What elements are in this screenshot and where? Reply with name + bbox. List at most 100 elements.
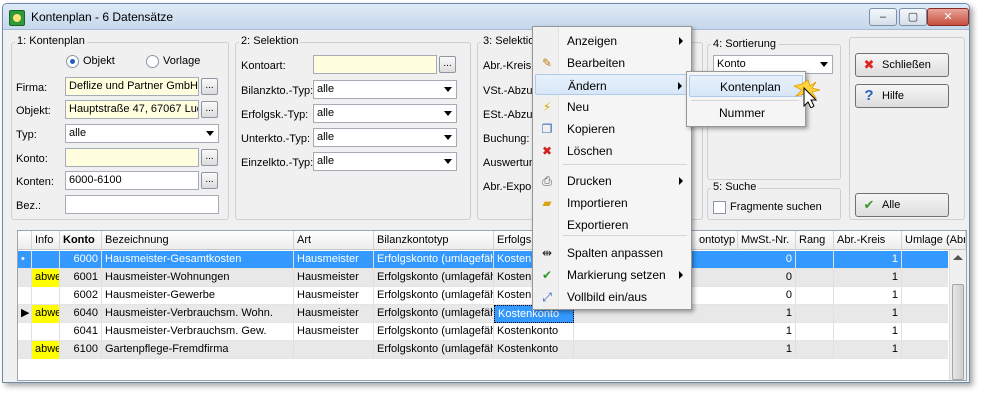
cell-konto[interactable]: 6001 — [60, 269, 102, 287]
cell-rang[interactable] — [796, 251, 834, 269]
cell-marker[interactable]: • — [18, 251, 32, 269]
header-rang[interactable]: Rang — [796, 231, 834, 250]
cell-info[interactable] — [32, 287, 60, 305]
cell-abr[interactable]: 1 — [834, 323, 902, 341]
submenu-item-kontenplan[interactable]: Kontenplan — [689, 75, 803, 97]
menu-item-loeschen[interactable]: ✖ Löschen — [535, 140, 689, 161]
firma-browse-button[interactable]: ... — [201, 78, 218, 95]
table-row[interactable]: abwe 6100 Gartenpflege-Fremdfirma Erfolgsko… — [18, 341, 966, 359]
table-row[interactable]: abwe 6001 Hausmeister-Wohnungen Hausmeister… — [18, 269, 966, 287]
cell-bez[interactable]: Gartenpflege-Fremdfirma — [102, 341, 294, 359]
cell-abr[interactable]: 1 — [834, 287, 902, 305]
cell-konto[interactable]: 6100 — [60, 341, 102, 359]
schliessen-button[interactable]: ✖ Schließen — [855, 53, 949, 77]
konto-field[interactable] — [65, 148, 199, 167]
header-bilanzkontotyp[interactable]: Bilanzkontotyp — [374, 231, 494, 250]
cell-mwst[interactable]: 1 — [738, 323, 796, 341]
minimize-button[interactable]: – — [869, 8, 897, 26]
menu-item-spalten-anpassen[interactable]: ⇹ Spalten anpassen — [535, 242, 689, 263]
submenu-item-nummer[interactable]: Nummer — [689, 102, 803, 124]
header-abr-kreis[interactable]: Abr.-Kreis — [834, 231, 902, 250]
cell-bez[interactable]: Hausmeister-Wohnungen — [102, 269, 294, 287]
header-ontotyp[interactable]: ontotyp — [696, 231, 738, 250]
radio-vorlage[interactable] — [146, 55, 159, 68]
menu-item-neu[interactable]: ⚡ Neu — [535, 96, 689, 117]
radio-objekt[interactable] — [66, 55, 79, 68]
cell-info[interactable]: abwe — [32, 269, 60, 287]
cell-art[interactable]: Hausmeister — [294, 323, 374, 341]
cell-info[interactable] — [32, 323, 60, 341]
cell-mwst[interactable]: 0 — [738, 287, 796, 305]
table-row[interactable]: 6002 Hausmeister-Gewerbe Hausmeister Erfolg… — [18, 287, 966, 305]
cell-konto[interactable]: 6002 — [60, 287, 102, 305]
header-konto[interactable]: Konto — [60, 231, 102, 250]
cell-bez[interactable]: Hausmeister-Gesamtkosten — [102, 251, 294, 269]
cell-erfolg[interactable]: Kostenkonto — [494, 323, 574, 341]
cell-rang[interactable] — [796, 305, 834, 323]
cell-rang[interactable] — [796, 269, 834, 287]
cell-abr[interactable]: 1 — [834, 305, 902, 323]
header-umlage[interactable]: Umlage (Abr — [902, 231, 966, 250]
header-art[interactable]: Art — [294, 231, 374, 250]
bez-field[interactable] — [65, 195, 219, 214]
cell-marker[interactable]: ▶ — [18, 305, 32, 323]
alle-button[interactable]: ✔ Alle — [855, 193, 949, 217]
cell-marker[interactable] — [18, 323, 32, 341]
menu-item-drucken[interactable]: ⎙ Drucken — [535, 170, 689, 191]
menu-item-kopieren[interactable]: ❐ Kopieren — [535, 118, 689, 139]
cell-bez[interactable]: Hausmeister-Verbrauchsm. Gew. — [102, 323, 294, 341]
menu-item-anzeigen[interactable]: Anzeigen — [535, 30, 689, 51]
cell-art[interactable] — [294, 341, 374, 359]
cell-art[interactable]: Hausmeister — [294, 305, 374, 323]
menu-item-markierung-setzen[interactable]: ✔ Markierung setzen — [535, 264, 689, 285]
kontoart-field[interactable] — [313, 55, 437, 74]
cell-bilanz[interactable]: Erfolgskonto (umlagefähig) — [374, 269, 494, 287]
menu-item-importieren[interactable]: ▰ Importieren — [535, 192, 689, 213]
cell-bez[interactable]: Hausmeister-Gewerbe — [102, 287, 294, 305]
scrollbar-thumb[interactable] — [952, 284, 964, 380]
table-row[interactable]: 6041 Hausmeister-Verbrauchsm. Gew. Hausmei… — [18, 323, 966, 341]
menu-item-bearbeiten[interactable]: ✎ Bearbeiten — [535, 52, 689, 73]
kontoart-browse-button[interactable]: ... — [439, 56, 456, 73]
cell-mwst[interactable]: 0 — [738, 269, 796, 287]
cell-mwst[interactable]: 0 — [738, 251, 796, 269]
header-bezeichnung[interactable]: Bezeichnung — [102, 231, 294, 250]
cell-rang[interactable] — [796, 287, 834, 305]
cell-marker[interactable] — [18, 287, 32, 305]
objekt-browse-button[interactable]: ... — [201, 101, 218, 118]
header-info[interactable]: Info — [32, 231, 60, 250]
cell-rang[interactable] — [796, 323, 834, 341]
table-row[interactable]: • 6000 Hausmeister-Gesamtkosten Hausmeister… — [18, 251, 966, 269]
einzelkto-typ-select[interactable]: alle — [313, 152, 457, 171]
unterkto-typ-select[interactable]: alle — [313, 128, 457, 147]
cell-konto[interactable]: 6000 — [60, 251, 102, 269]
cell-info[interactable]: abwe — [32, 305, 60, 323]
menu-item-aendern[interactable]: Ändern — [535, 74, 689, 95]
cell-mwst[interactable]: 1 — [738, 305, 796, 323]
fragmente-checkbox[interactable] — [713, 201, 726, 214]
cell-art[interactable]: Hausmeister — [294, 269, 374, 287]
menu-item-exportieren[interactable]: Exportieren — [535, 214, 689, 235]
cell-abr[interactable]: 1 — [834, 251, 902, 269]
cell-info[interactable]: abwe — [32, 341, 60, 359]
bilanz-typ-select[interactable]: alle — [313, 80, 457, 99]
hilfe-button[interactable]: ? Hilfe — [855, 84, 949, 108]
cell-bilanz[interactable]: Erfolgskonto (umlagefähig) — [374, 341, 494, 359]
objekt-field[interactable]: Hauptstraße 47, 67067 Luc — [65, 100, 199, 119]
table-row[interactable]: ▶ abwe 6040 Hausmeister-Verbrauchsm. Wohn. H… — [18, 305, 966, 323]
header-mwst[interactable]: MwSt.-Nr. — [738, 231, 796, 250]
menu-item-vollbild-ein-aus[interactable]: ⤢ Vollbild ein/aus — [535, 286, 689, 307]
konten-browse-button[interactable]: ... — [201, 172, 218, 189]
cell-rang[interactable] — [796, 341, 834, 359]
cell-konto[interactable]: 6040 — [60, 305, 102, 323]
cell-bilanz[interactable]: Erfolgskonto (umlagefähig) — [374, 251, 494, 269]
cell-marker[interactable] — [18, 341, 32, 359]
cell-bilanz[interactable]: Erfolgskonto (umlagefähig) — [374, 305, 494, 323]
cell-art[interactable]: Hausmeister — [294, 287, 374, 305]
scroll-up-icon[interactable] — [953, 255, 963, 260]
cell-marker[interactable] — [18, 269, 32, 287]
cell-abr[interactable]: 1 — [834, 269, 902, 287]
cell-bilanz[interactable]: Erfolgskonto (umlagefähig) — [374, 287, 494, 305]
konto-browse-button[interactable]: ... — [201, 149, 218, 166]
cell-mwst[interactable]: 1 — [738, 341, 796, 359]
